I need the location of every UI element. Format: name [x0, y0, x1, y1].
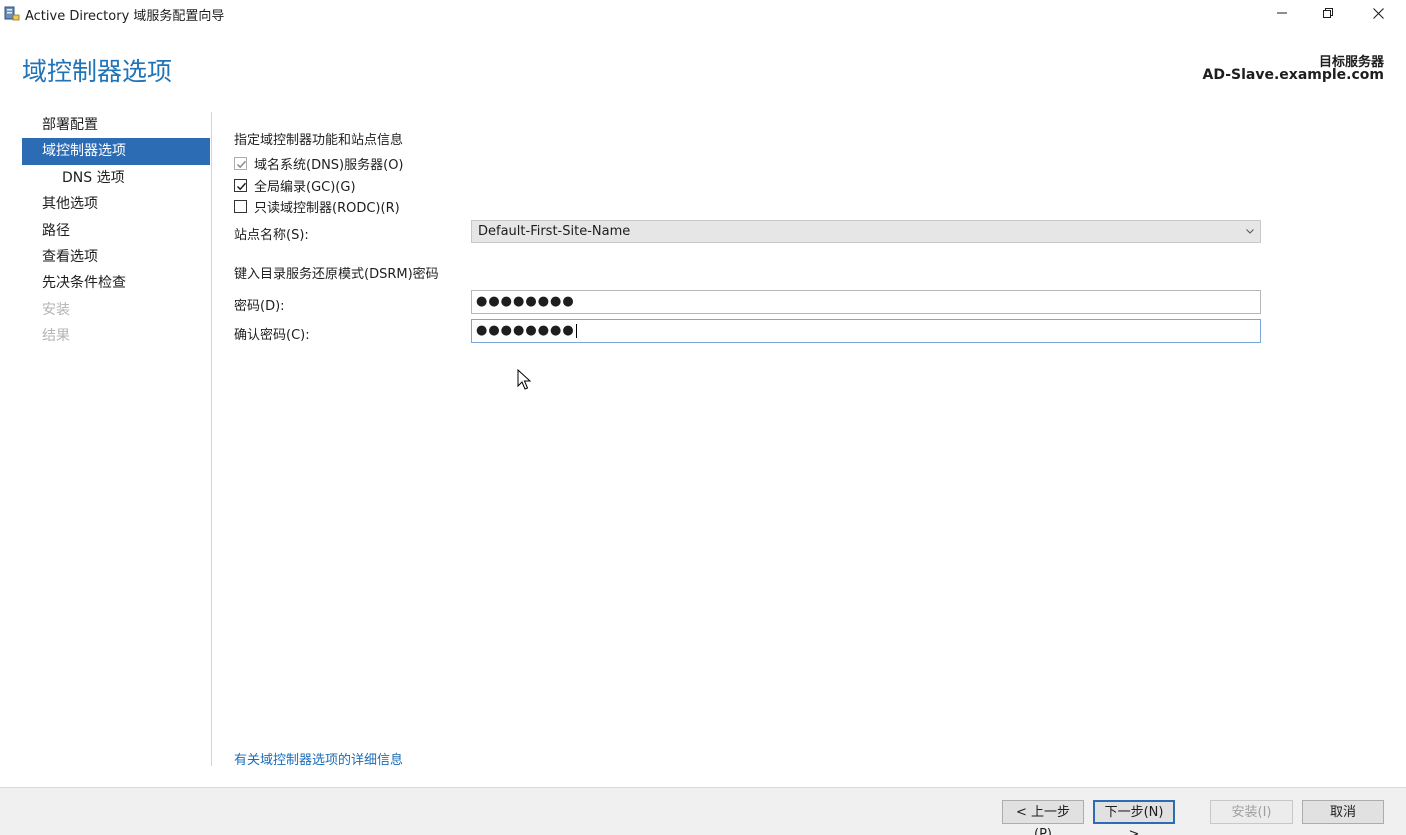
sidebar-item-dc-options[interactable]: 域控制器选项: [22, 138, 210, 165]
minimize-icon: [1277, 12, 1287, 14]
checkbox-rodc[interactable]: 只读域控制器(RODC)(R): [234, 197, 400, 216]
checkbox-label: 全局编录(GC)(G): [254, 179, 356, 195]
target-server-name: AD-Slave.example.com: [1202, 67, 1385, 83]
confirm-password-value: ●●●●●●●●: [476, 323, 575, 338]
window-title: Active Directory 域服务配置向导: [25, 9, 225, 24]
button-bar: [0, 787, 1406, 835]
sidebar-item-results: 结果: [42, 328, 70, 345]
sidebar-item-dns-options[interactable]: DNS 选项: [22, 165, 210, 191]
chevron-down-icon: [1246, 221, 1254, 242]
checkmark-icon: [236, 182, 247, 190]
checkbox-label: 域名系统(DNS)服务器(O): [254, 157, 404, 173]
section-heading: 指定域控制器功能和站点信息: [234, 133, 404, 148]
page-title: 域控制器选项: [22, 57, 173, 86]
confirm-password-label: 确认密码(C):: [234, 328, 310, 343]
wizard-steps-sidebar: 部署配置 域控制器选项 DNS 选项 其他选项 路径 查看选项 先决条件检查 安…: [22, 112, 210, 350]
sidebar-item-install: 安装: [42, 301, 70, 318]
checkbox-label: 只读域控制器(RODC)(R): [254, 200, 400, 216]
password-label: 密码(D):: [234, 299, 285, 314]
site-name-select[interactable]: Default-First-Site-Name: [471, 220, 1261, 243]
checkbox-dns-server: 域名系统(DNS)服务器(O): [234, 154, 404, 173]
more-info-link[interactable]: 有关域控制器选项的详细信息: [234, 749, 403, 768]
sidebar-item-other-options[interactable]: 其他选项: [22, 191, 210, 217]
wizard-window: Active Directory 域服务配置向导 域控制器选项 目标服务器 AD…: [0, 0, 1406, 835]
sidebar-divider: [211, 112, 212, 766]
checkbox-box[interactable]: [234, 178, 247, 192]
site-name-value: Default-First-Site-Name: [478, 224, 631, 239]
password-value: ●●●●●●●●: [476, 294, 575, 309]
title-bar: Active Directory 域服务配置向导: [0, 0, 1406, 26]
sidebar-item-paths[interactable]: 路径: [22, 218, 210, 244]
close-icon: [1372, 7, 1384, 19]
dsrm-heading: 键入目录服务还原模式(DSRM)密码: [234, 267, 439, 282]
sidebar-item-prereq-check[interactable]: 先决条件检查: [22, 270, 210, 296]
restore-icon: [1323, 8, 1333, 18]
restore-button[interactable]: [1305, 0, 1351, 26]
confirm-password-field[interactable]: ●●●●●●●●: [471, 319, 1261, 343]
checkbox-global-catalog[interactable]: 全局编录(GC)(G): [234, 176, 356, 195]
mouse-pointer-icon: [517, 368, 532, 395]
back-button[interactable]: < 上一步(P): [1002, 800, 1084, 835]
sidebar-item-review[interactable]: 查看选项: [22, 244, 210, 270]
sidebar-item-deployment[interactable]: 部署配置: [22, 112, 210, 138]
checkmark-icon: [236, 160, 247, 168]
install-button: 安装(I): [1210, 800, 1293, 824]
cancel-button[interactable]: 取消: [1302, 800, 1384, 824]
checkbox-box[interactable]: [234, 199, 247, 213]
close-button[interactable]: [1355, 0, 1401, 26]
text-caret: [575, 323, 577, 338]
server-wizard-icon: [4, 5, 20, 21]
next-button[interactable]: 下一步(N) >: [1093, 800, 1175, 835]
minimize-button[interactable]: [1259, 0, 1305, 26]
checkbox-box: [234, 156, 247, 170]
password-field[interactable]: ●●●●●●●●: [471, 290, 1261, 314]
site-name-label: 站点名称(S):: [234, 228, 309, 243]
